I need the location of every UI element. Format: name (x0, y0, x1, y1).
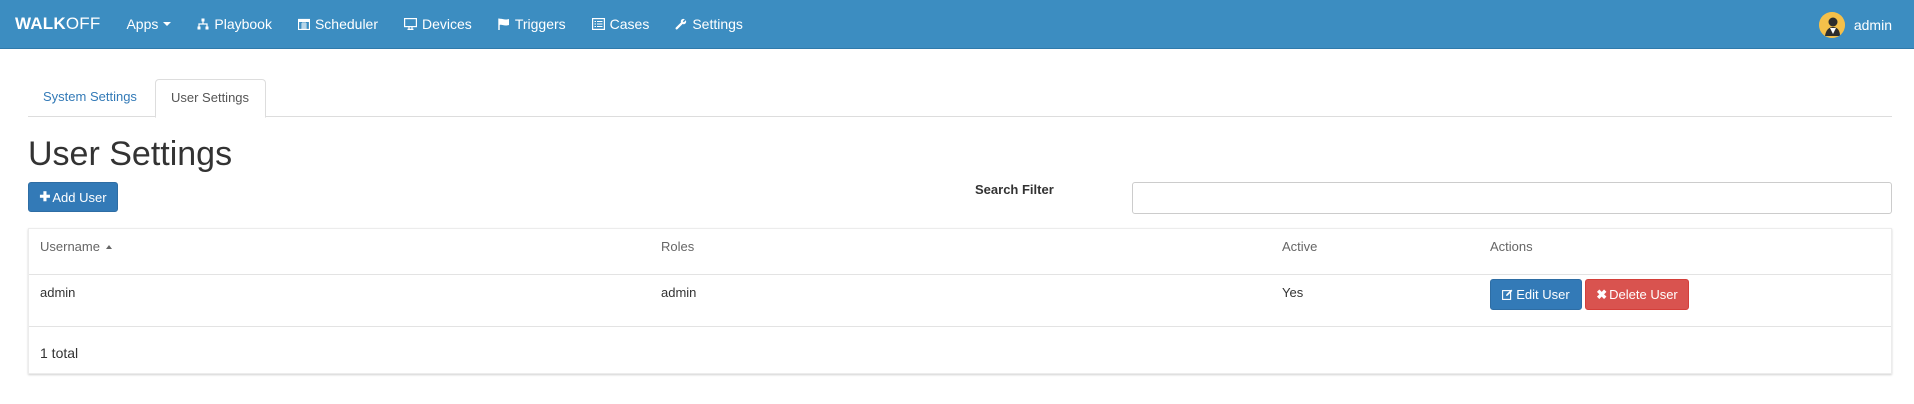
caret-down-icon (163, 22, 172, 26)
nav-playbook-label: Playbook (214, 16, 272, 32)
add-user-label: Add User (52, 189, 107, 205)
delete-user-label: Delete User (1609, 287, 1678, 302)
nav-apps-label: Apps (126, 16, 159, 32)
nav-devices-label: Devices (422, 16, 472, 32)
desktop-icon (404, 18, 418, 30)
nav-settings-label: Settings (692, 16, 743, 32)
user-menu[interactable]: admin (1818, 0, 1892, 49)
nav-triggers[interactable]: Triggers (498, 16, 566, 32)
column-header-active[interactable]: Active (1282, 237, 1317, 257)
page-title: User Settings (28, 135, 233, 173)
wrench-icon (675, 18, 687, 30)
search-filter-input[interactable] (1132, 182, 1892, 214)
nav-triggers-label: Triggers (514, 16, 566, 32)
cell-username: admin (40, 285, 76, 300)
nav-apps[interactable]: Apps (126, 16, 172, 32)
sort-ascending-icon (105, 245, 112, 249)
search-filter-label: Search Filter (975, 182, 1054, 197)
nav-settings[interactable]: Settings (675, 16, 743, 32)
nav-cases[interactable]: Cases (591, 16, 650, 32)
calendar-icon (297, 18, 310, 30)
delete-user-button[interactable]: ✖ Delete User (1585, 279, 1689, 310)
nav-playbook[interactable]: Playbook (197, 16, 272, 32)
flag-icon (498, 18, 509, 30)
nav-scheduler-label: Scheduler (314, 16, 379, 32)
nav-scheduler[interactable]: Scheduler (297, 16, 379, 32)
edit-user-label: Edit User (1516, 287, 1570, 302)
times-icon: ✖ (1596, 286, 1608, 302)
table-total: 1 total (40, 345, 79, 361)
tab-system-settings[interactable]: System Settings (28, 79, 152, 117)
settings-tabs: System Settings User Settings (28, 79, 1892, 118)
cell-roles: admin (661, 285, 697, 300)
sitemap-icon (197, 18, 209, 30)
column-header-username[interactable]: Username (40, 237, 112, 257)
users-table: Username Roles Active Actions admin admi… (28, 228, 1892, 374)
top-navbar: WALKOFF Apps Playbook Scheduler Devices … (0, 0, 1914, 49)
edit-icon (1502, 289, 1513, 300)
brand-logo[interactable]: WALKOFF (15, 14, 100, 34)
add-user-button[interactable]: ✚ Add User (28, 182, 118, 212)
avatar (1818, 11, 1845, 38)
nav-cases-label: Cases (609, 16, 650, 32)
tab-user-settings[interactable]: User Settings (155, 79, 266, 118)
cell-active: Yes (1282, 285, 1304, 300)
nav-devices[interactable]: Devices (404, 16, 472, 32)
column-header-actions: Actions (1490, 239, 1533, 254)
column-header-roles[interactable]: Roles (661, 237, 694, 257)
table-row: admin admin Yes Edit User ✖ Delete User (29, 275, 1891, 327)
edit-user-button[interactable]: Edit User (1490, 279, 1582, 310)
list-alt-icon (591, 18, 605, 30)
user-avatar-icon (1818, 11, 1845, 38)
plus-icon: ✚ (39, 189, 51, 204)
user-name: admin (1853, 16, 1892, 33)
table-header: Username Roles Active Actions (29, 229, 1891, 275)
